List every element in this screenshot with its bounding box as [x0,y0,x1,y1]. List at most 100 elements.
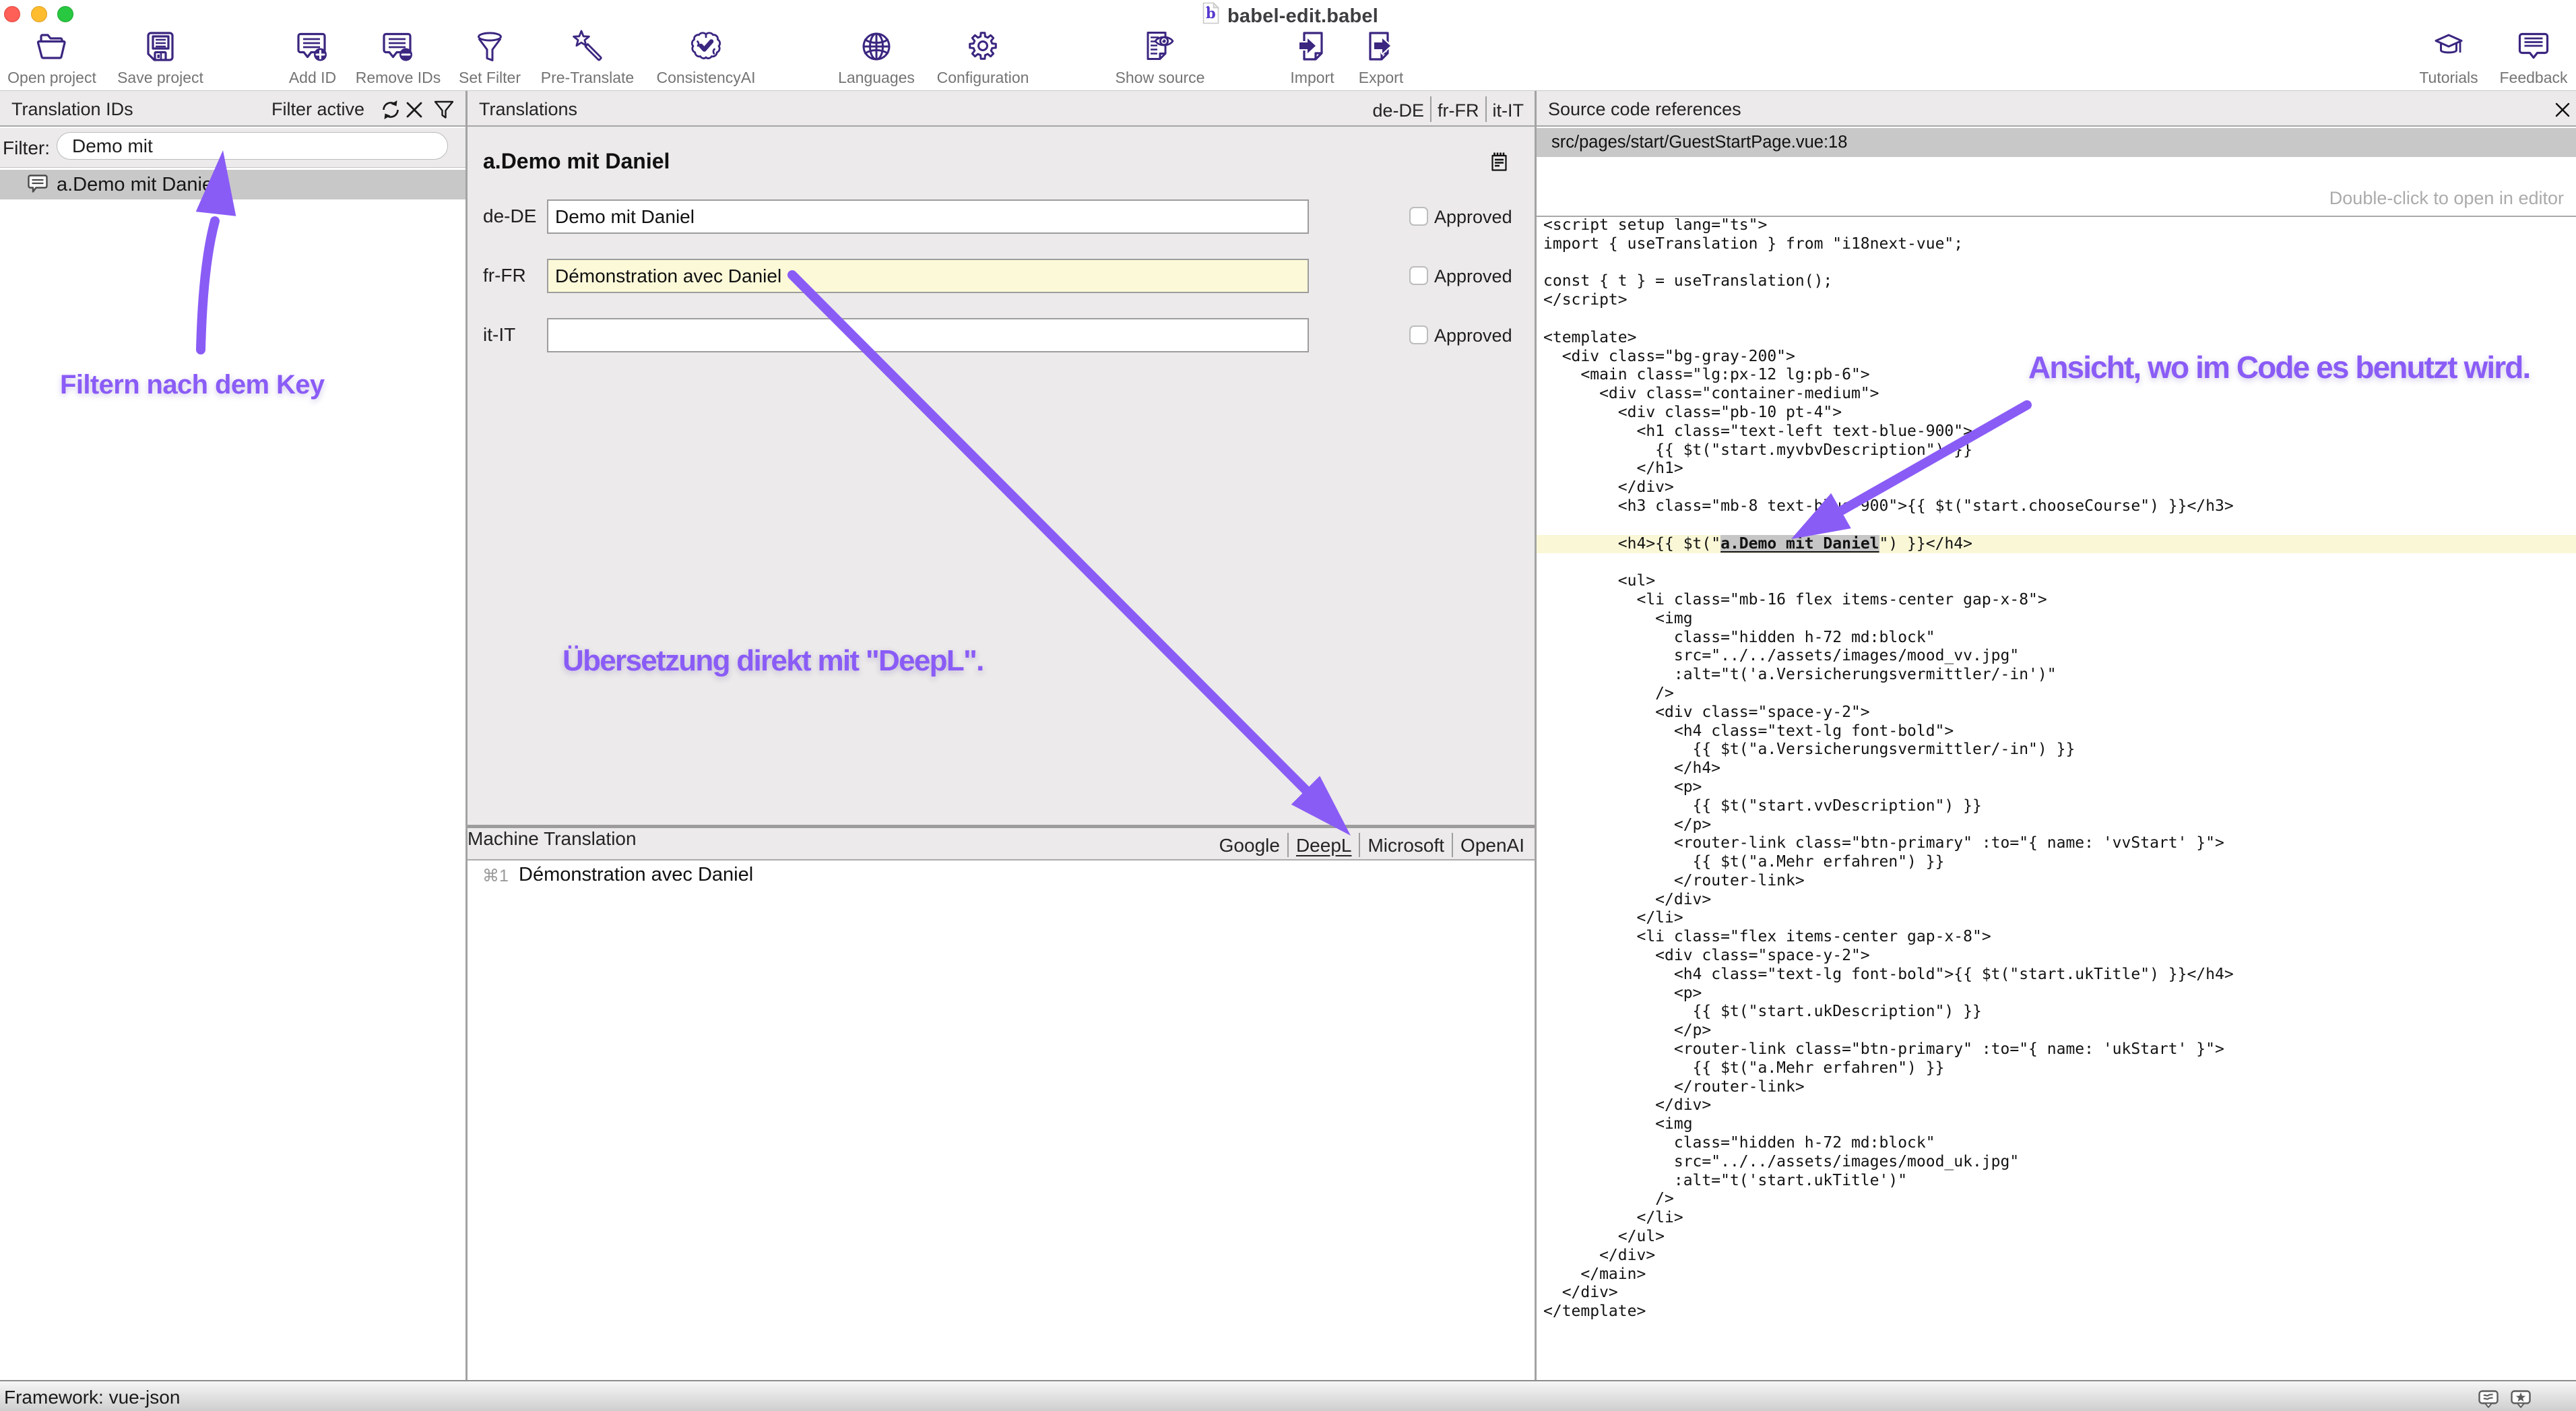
annotation-code-note: Ansicht, wo im Code es benutzt wird. [2028,349,2530,385]
language-tabs: de-DE fr-FR it-IT [1372,99,1524,122]
highlighted-token: a.Demo mit Daniel [1720,535,1879,553]
machine-translation-title: Machine Translation [468,828,637,849]
code-line: {{ $t("start.vvDescription") }} [1537,797,2576,816]
code-line: </router-link> [1537,1078,2576,1097]
code-line: {{ $t("start.ukDescription") }} [1537,1003,2576,1022]
approved-checkbox-de-DE[interactable] [1409,207,1428,226]
approved-label: Approved [1434,325,1512,346]
app-document-icon: b [1202,2,1219,24]
code-line: </div> [1537,478,2576,497]
code-line: </h4> [1537,759,2576,778]
toolbar-label: Save project [103,69,218,87]
rate-star-bubble-icon[interactable] [2511,1390,2531,1408]
code-line: <ul> [1537,572,2576,591]
zoom-traffic-light[interactable] [57,6,73,22]
code-line: <h4 class="text-lg font-bold"> [1537,722,2576,741]
refresh-icon[interactable] [381,100,401,120]
code-line: </div> [1537,1096,2576,1115]
filter-funnel-icon[interactable] [434,100,454,120]
mt-provider-openai[interactable]: OpenAI [1453,835,1524,856]
filter-input[interactable] [57,132,448,160]
toolbar-label: Show source [1103,69,1217,87]
translations-panel: Translations de-DE fr-FR it-IT a.Demo mi… [468,91,1535,1380]
status-bar: Framework: vue-json [0,1380,2576,1411]
tab-fr-FR[interactable]: fr-FR [1431,100,1485,121]
annotation-filter-note: Filtern nach dem Key [60,370,325,400]
code-line: <p> [1537,984,2576,1003]
toolbar-languages[interactable]: Languages [819,30,934,87]
code-line: <div class="space-y-2"> [1537,947,2576,966]
translation-id-label: a.Demo mit Daniel [57,174,218,196]
code-line: <template> [1537,329,2576,348]
approved-checkbox-it-IT[interactable] [1409,325,1428,344]
source-references-title: Source code references [1548,99,1741,120]
file-reference: src/pages/start/GuestStartPage.vue:18 [1551,133,1847,152]
approved-label: Approved [1434,266,1512,287]
titlebar: b babel-edit.babel Open project Save pro… [0,0,2576,91]
code-line: </h1> [1537,460,2576,478]
translation-id-item-selected[interactable]: a.Demo mit Daniel [0,170,465,199]
code-line [1537,254,2576,273]
document-eye-icon [1144,30,1176,63]
code-line: </div> [1537,1247,2576,1265]
toolbar-feedback[interactable]: Feedback [2476,30,2576,87]
notes-icon[interactable] [1491,152,1507,171]
toolbar-label: Feedback [2476,69,2576,87]
toolbar-open-project[interactable]: Open project [0,30,109,87]
clear-filter-icon[interactable] [406,101,423,119]
graduation-cap-icon [2433,30,2465,63]
code-line: <li class="mb-16 flex items-center gap-x… [1537,591,2576,610]
close-traffic-light[interactable] [4,6,20,22]
comment-bubble-icon [28,175,48,193]
mt-providers: Google DeepL Microsoft OpenAI [1219,834,1524,857]
translation-input-de-DE[interactable] [547,199,1309,234]
code-line: const { t } = useTranslation(); [1537,272,2576,291]
close-icon[interactable] [2555,102,2570,117]
export-icon [1365,30,1397,63]
code-line: <router-link class="btn-primary" :to="{ … [1537,834,2576,853]
feedback-bubble-icon [2517,30,2550,63]
translation-input-it-IT[interactable] [547,318,1309,352]
translation-input-fr-FR[interactable] [547,259,1309,293]
mt-provider-microsoft[interactable]: Microsoft [1360,835,1452,856]
mt-suggestion[interactable]: Démonstration avec Daniel [519,864,753,886]
code-line: :alt="t('a.Versicherungsvermittler/-in')… [1537,666,2576,685]
code-line: <h4>{{ $t("a.Demo mit Daniel") }}</h4> [1537,535,2576,554]
toolbar-pre-translate[interactable]: Pre-Translate [530,30,645,87]
filter-label: Filter: [3,137,50,159]
code-line: src="../../assets/images/mood_uk.jpg" [1537,1153,2576,1172]
mt-shortcut: ⌘1 [482,866,509,886]
toolbar-show-source[interactable]: Show source [1103,30,1217,87]
translation-key-title: a.Demo mit Daniel [483,149,670,174]
code-line: </p> [1537,816,2576,835]
code-line [1537,553,2576,572]
toolbar-label: Export [1330,69,1431,87]
toolbar-consistency-ai[interactable]: ConsistencyAI [642,30,770,87]
code-line: <p> [1537,778,2576,797]
code-line: import { useTranslation } from "i18next-… [1537,235,2576,254]
mt-provider-deepl[interactable]: DeepL [1289,835,1359,856]
code-line: </li> [1537,909,2576,928]
code-line: <router-link class="btn-primary" :to="{ … [1537,1040,2576,1059]
lang-label-it-IT: it-IT [483,324,515,346]
source-code-view[interactable]: <script setup lang="ts">import { useTran… [1537,218,2576,1380]
release-notes-bubble-icon[interactable] [2478,1390,2499,1408]
file-reference-row[interactable]: src/pages/start/GuestStartPage.vue:18 [1537,128,2576,157]
toolbar-save-project[interactable]: Save project [103,30,218,87]
approved-checkbox-fr-FR[interactable] [1409,266,1428,285]
magic-wand-icon [571,30,604,63]
globe-icon [860,30,893,63]
toolbar-export[interactable]: Export [1330,30,1431,87]
splitter-handle[interactable] [468,825,1535,828]
babeledit-window: b babel-edit.babel Open project Save pro… [0,0,2576,1411]
minimize-traffic-light[interactable] [31,6,47,22]
code-line: </li> [1537,1209,2576,1228]
code-line: /> [1537,1190,2576,1209]
tab-it-IT[interactable]: it-IT [1487,100,1524,121]
source-references-header: Source code references [1537,91,2576,127]
mt-provider-google[interactable]: Google [1219,835,1287,856]
code-line: <img [1537,1115,2576,1134]
tab-de-DE[interactable]: de-DE [1372,100,1430,121]
bubble-minus-icon [382,30,414,63]
toolbar-configuration[interactable]: Configuration [926,30,1040,87]
